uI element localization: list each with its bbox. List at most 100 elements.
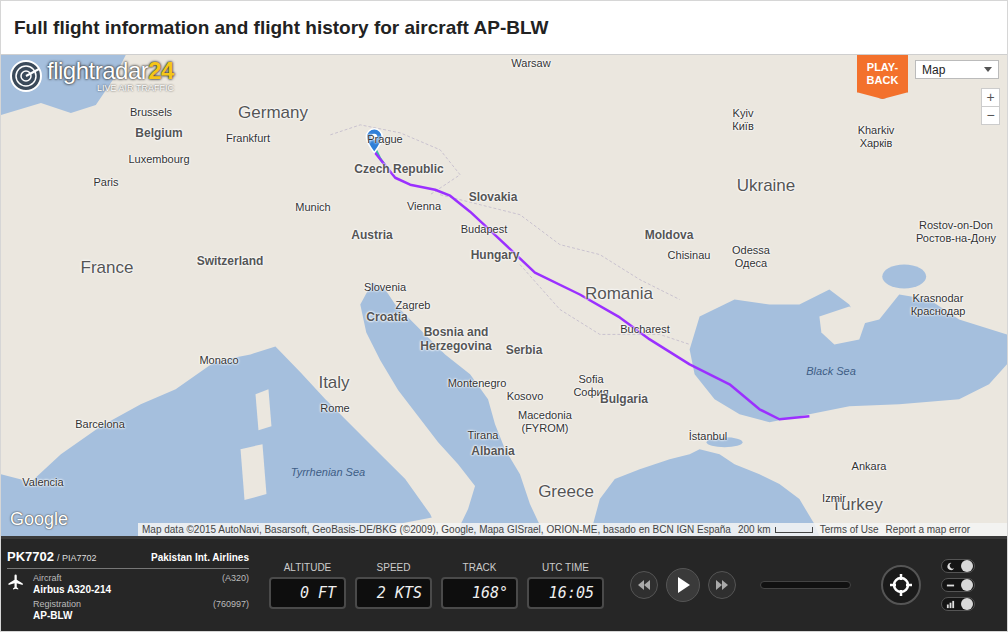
map-label: Moldova <box>645 229 694 243</box>
display-toggle[interactable] <box>941 597 975 611</box>
radar-icon <box>9 59 43 93</box>
gauge-label: UTC TIME <box>542 562 589 573</box>
map-label: Slovenia <box>364 281 406 294</box>
map-label: Croatia <box>366 311 407 325</box>
map-attribution: Map data ©2015 AutoNavi, Basarsoft, GeoB… <box>138 523 1007 536</box>
border-line <box>330 125 460 195</box>
map-label: Switzerland <box>197 255 264 269</box>
map-label: Hungary <box>471 249 520 263</box>
map-label: Ukraine <box>737 176 796 196</box>
display-toggles <box>941 559 975 611</box>
map-label: Montenegro <box>448 377 507 390</box>
map-label: Czech Republic <box>354 163 443 177</box>
zoom-control: +− <box>981 88 1000 125</box>
playback-button[interactable]: PLAY-BACK <box>857 55 908 99</box>
map-label: Bucharest <box>620 323 670 336</box>
corsica <box>255 389 271 430</box>
map-label: France <box>81 258 134 278</box>
map-label: Belgium <box>135 127 182 141</box>
logo-name: flightradar24 <box>47 59 174 83</box>
map-label: Izmir <box>822 492 846 505</box>
map-label: Budapest <box>461 223 507 236</box>
flight-number: PK7702 <box>7 549 54 564</box>
page-title: Full flight information and flight histo… <box>14 17 548 39</box>
dash-icon <box>946 581 955 590</box>
flight-path <box>374 152 809 419</box>
flightradar-logo[interactable]: flightradar24LIVE AIR TRAFFIC <box>9 59 174 93</box>
flight-row: PK7702/ PIA7702Pakistan Int. Airlines <box>7 547 249 569</box>
map-label: Greece <box>538 482 594 502</box>
map-label: Monaco <box>199 354 238 367</box>
gauge-value: 2 KTS <box>355 577 432 609</box>
logo-tagline: LIVE AIR TRAFFIC <box>97 84 174 93</box>
locate-button[interactable] <box>881 565 921 605</box>
map-label: Germany <box>238 103 308 123</box>
map-label: KrasnodarКраснодар <box>911 292 966 317</box>
map-label: Bosnia andHerzegovina <box>420 326 491 354</box>
plane-icon <box>7 573 25 591</box>
previous-button[interactable] <box>630 571 658 599</box>
map-type-select[interactable]: Map <box>915 60 999 79</box>
zoom-out-button[interactable]: − <box>982 107 999 124</box>
map-label: Brussels <box>130 106 172 119</box>
report-link[interactable]: Report a map error <box>886 524 970 535</box>
map-label: Munich <box>295 201 330 214</box>
chart-icon <box>946 600 955 609</box>
map-label: Rostov-on-DonРостов-на-Дону <box>916 219 996 244</box>
map-label: Austria <box>351 229 392 243</box>
terms-link[interactable]: Terms of Use <box>820 524 879 535</box>
map-label: Macedonia(FYROM) <box>518 409 572 434</box>
map-label: KyivКиїв <box>732 107 753 132</box>
display-toggle[interactable] <box>941 559 975 573</box>
playback-controls <box>630 565 921 605</box>
play-button[interactable] <box>666 568 700 602</box>
map-label: Chisinau <box>668 249 711 262</box>
registration-label: Registration(760997) <box>33 599 249 609</box>
map-label: Vienna <box>407 200 441 213</box>
map-label: Italy <box>318 373 349 393</box>
next-button[interactable] <box>708 571 736 599</box>
map[interactable]: Warsaw Germany Brussels Belgium Frankfurt Lux… <box>1 55 1007 536</box>
map-label: Prague <box>367 133 402 146</box>
airline: Pakistan Int. Airlines <box>151 552 249 563</box>
map-label: Bulgaria <box>600 393 648 407</box>
gauges: ALTITUDE 0 FT SPEED2 KTSTRACK168° UTC TIME 1… <box>269 562 604 609</box>
map-label: Tirana <box>468 429 499 442</box>
gauge-value: 168° <box>441 577 518 609</box>
sardinia <box>241 444 267 500</box>
map-label: Zagreb <box>396 299 431 312</box>
map-label: Paris <box>93 176 118 189</box>
map-label: Albania <box>471 445 514 459</box>
toggle-knob <box>961 579 973 591</box>
timeline-track[interactable] <box>760 581 851 589</box>
gauge-label: ALTITUDE <box>284 562 332 573</box>
toggle-knob <box>961 598 973 610</box>
map-label: KharkivХарків <box>858 124 895 149</box>
map-label: Warsaw <box>511 57 550 70</box>
map-label: Valencia <box>22 476 63 489</box>
gauge: UTC TIME 16:05 <box>527 562 604 609</box>
map-label: Frankfurt <box>226 132 270 145</box>
map-label: İstanbul <box>689 430 728 443</box>
map-label: Rome <box>320 402 349 415</box>
map-scale: 200 km <box>738 524 813 535</box>
gauge-value: 0 FT <box>269 577 346 609</box>
flight-bar: PK7702/ PIA7702Pakistan Int. Airlines Air… <box>1 536 1007 631</box>
map-label: Barcelona <box>75 418 125 431</box>
gauge: SPEED2 KTS <box>355 562 432 609</box>
forward-icon <box>716 580 728 590</box>
page-header: Full flight information and flight histo… <box>1 1 1007 55</box>
aircraft-label: Aircraft(A320) <box>33 573 249 583</box>
map-label: OdessaОдеса <box>732 244 770 269</box>
zoom-in-button[interactable]: + <box>982 89 999 106</box>
map-label: Serbia <box>506 344 543 358</box>
display-toggle[interactable] <box>941 578 975 592</box>
mediterranean-sea <box>1 346 440 536</box>
scale-bar <box>775 527 813 533</box>
gauge-value: 16:05 <box>527 577 604 609</box>
map-label: Luxembourg <box>128 153 189 166</box>
gauge: ALTITUDE 0 FT <box>269 562 346 609</box>
toggle-knob <box>961 560 973 572</box>
gauge: TRACK168° <box>441 562 518 609</box>
caret-icon <box>984 67 992 72</box>
